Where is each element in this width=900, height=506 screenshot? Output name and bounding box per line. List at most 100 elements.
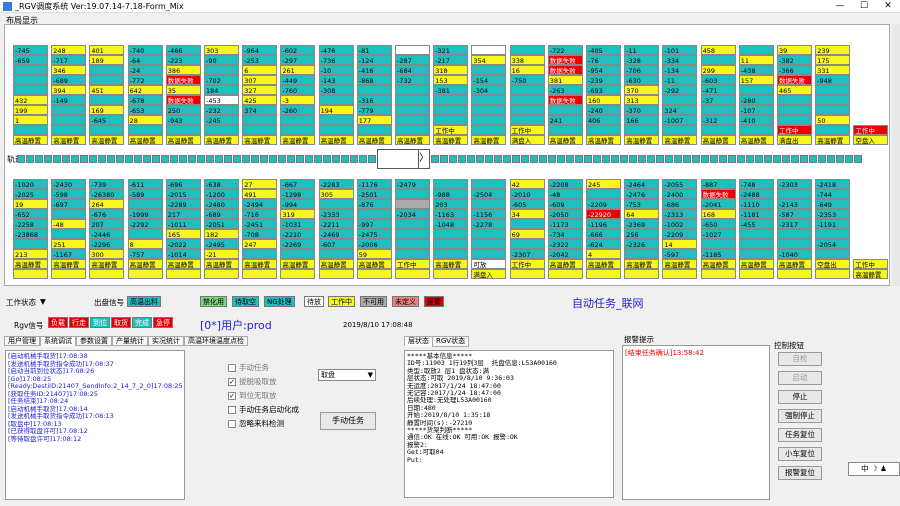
rack-cell[interactable]: 199: [13, 105, 48, 115]
rack-cell[interactable]: [51, 115, 87, 125]
rack-cell[interactable]: [280, 269, 316, 279]
rack-cell[interactable]: -760: [280, 85, 316, 95]
rack-cell[interactable]: [471, 125, 507, 135]
rack-cell[interactable]: -2055: [662, 179, 698, 189]
rack-cell[interactable]: -1031: [280, 219, 316, 229]
rack-cell[interactable]: -2050: [547, 209, 583, 219]
rack-cell[interactable]: [471, 229, 507, 239]
rack-cell[interactable]: 374: [242, 105, 278, 115]
rack-cell[interactable]: 满盘入: [471, 269, 507, 279]
rack-cell[interactable]: -416: [356, 65, 392, 75]
rack-cell[interactable]: [700, 125, 736, 135]
rack-cell[interactable]: 318: [433, 65, 469, 75]
rack-cell[interactable]: 319: [280, 209, 316, 219]
control-button[interactable]: 启动: [778, 371, 822, 385]
rack-cell[interactable]: -2307: [509, 249, 545, 259]
maximize-button[interactable]: ☐: [852, 0, 876, 13]
rack-cell[interactable]: 213: [13, 249, 48, 259]
rack-cell[interactable]: 241: [547, 115, 583, 125]
rack-cell[interactable]: -287: [395, 55, 430, 65]
rack-cell[interactable]: -366: [777, 65, 812, 75]
rack-cell[interactable]: [509, 269, 545, 279]
rack-cell[interactable]: -997: [356, 219, 392, 229]
rack-cell[interactable]: -1163: [433, 209, 469, 219]
rack-cell[interactable]: 165: [165, 229, 201, 239]
rack-cell[interactable]: -2469: [318, 229, 354, 239]
rack-cell[interactable]: [51, 125, 87, 135]
rack-cell[interactable]: [280, 249, 316, 259]
rack-cell[interactable]: -22920: [586, 209, 621, 219]
rack-cell[interactable]: 高温静置: [547, 259, 583, 269]
rack-cell[interactable]: -876: [356, 199, 392, 209]
rack-cell[interactable]: -107: [738, 105, 774, 115]
rack-cell[interactable]: [815, 85, 851, 95]
tab-item[interactable]: 实况统计: [148, 336, 184, 346]
rack-cell[interactable]: -1027: [700, 229, 736, 239]
rack-cell[interactable]: [395, 45, 430, 55]
rack-cell[interactable]: [242, 115, 278, 125]
rack-cell[interactable]: -887: [700, 179, 736, 189]
rack-cell[interactable]: [815, 105, 851, 115]
rack-cell[interactable]: 491: [242, 189, 278, 199]
rack-cell[interactable]: -321: [433, 45, 469, 55]
rack-cell[interactable]: 高温静置: [433, 259, 469, 269]
rack-cell[interactable]: -2041: [700, 199, 736, 209]
rack-cell[interactable]: -405: [586, 45, 621, 55]
rack-cell[interactable]: 34: [509, 209, 545, 219]
rack-cell[interactable]: [318, 125, 354, 135]
rack-cell[interactable]: [777, 239, 812, 249]
rack-cell[interactable]: -304: [471, 85, 507, 95]
rack-cell[interactable]: 空盘入: [853, 135, 889, 145]
rack-cell[interactable]: 305: [318, 189, 354, 199]
rack-cell[interactable]: [127, 199, 163, 209]
rack-cell[interactable]: [471, 179, 507, 189]
rack-cell[interactable]: -466: [165, 45, 201, 55]
rack-cell[interactable]: [51, 105, 87, 115]
rack-cell[interactable]: -708: [242, 229, 278, 239]
rack-cell[interactable]: -2303: [777, 179, 812, 189]
rack-cell[interactable]: -716: [242, 209, 278, 219]
rack-cell[interactable]: -263: [547, 85, 583, 95]
rack-cell[interactable]: [318, 269, 354, 279]
rack-cell[interactable]: -2143: [777, 199, 812, 209]
rack-cell[interactable]: -2333: [318, 209, 354, 219]
rack-cell[interactable]: 169: [89, 105, 125, 115]
rack-cell[interactable]: -438: [738, 65, 774, 75]
rack-cell[interactable]: 数据失败: [547, 65, 583, 75]
ime-indicator[interactable]: 中 ☽ ♟: [848, 462, 900, 476]
rack-cell[interactable]: [13, 65, 48, 75]
rack-cell[interactable]: 数据失败: [547, 55, 583, 65]
rack-cell[interactable]: -124: [356, 55, 392, 65]
rack-cell[interactable]: 69: [509, 229, 545, 239]
control-button[interactable]: 任务复位: [778, 428, 822, 442]
rack-cell[interactable]: 248: [51, 45, 87, 55]
rack-cell[interactable]: [777, 269, 812, 279]
rack-cell[interactable]: -1999: [127, 209, 163, 219]
rack-cell[interactable]: -2051: [204, 219, 239, 229]
rack-cell[interactable]: [280, 115, 316, 125]
tab-item[interactable]: 用户管理: [4, 336, 40, 346]
rack-cell[interactable]: -1185: [700, 249, 736, 259]
rack-cell[interactable]: -652: [13, 209, 48, 219]
rack-cell[interactable]: 59: [356, 249, 392, 259]
rack-cell[interactable]: -2317: [777, 219, 812, 229]
layout-scrollbar[interactable]: [892, 24, 900, 286]
rack-cell[interactable]: 高温静置: [586, 135, 621, 145]
rack-cell[interactable]: 高温静置: [662, 259, 698, 269]
rack-cell[interactable]: -2464: [624, 179, 660, 189]
rack-cell[interactable]: -1191: [815, 219, 851, 229]
rack-cell[interactable]: -598: [51, 189, 87, 199]
rack-cell[interactable]: -779: [356, 105, 392, 115]
rack-cell[interactable]: 工作中: [509, 259, 545, 269]
rack-cell[interactable]: [356, 125, 392, 135]
close-button[interactable]: ✕: [876, 0, 900, 13]
rack-cell[interactable]: [738, 249, 774, 259]
rack-cell[interactable]: -476: [318, 45, 354, 55]
rack-cell[interactable]: [471, 199, 507, 209]
rack-cell[interactable]: [777, 95, 812, 105]
rack-cell[interactable]: -48: [51, 219, 87, 229]
rack-cell[interactable]: 高温静置: [127, 259, 163, 269]
rack-cell[interactable]: 14: [662, 239, 698, 249]
rack-cell[interactable]: 251: [51, 239, 87, 249]
rack-cell[interactable]: [318, 95, 354, 105]
